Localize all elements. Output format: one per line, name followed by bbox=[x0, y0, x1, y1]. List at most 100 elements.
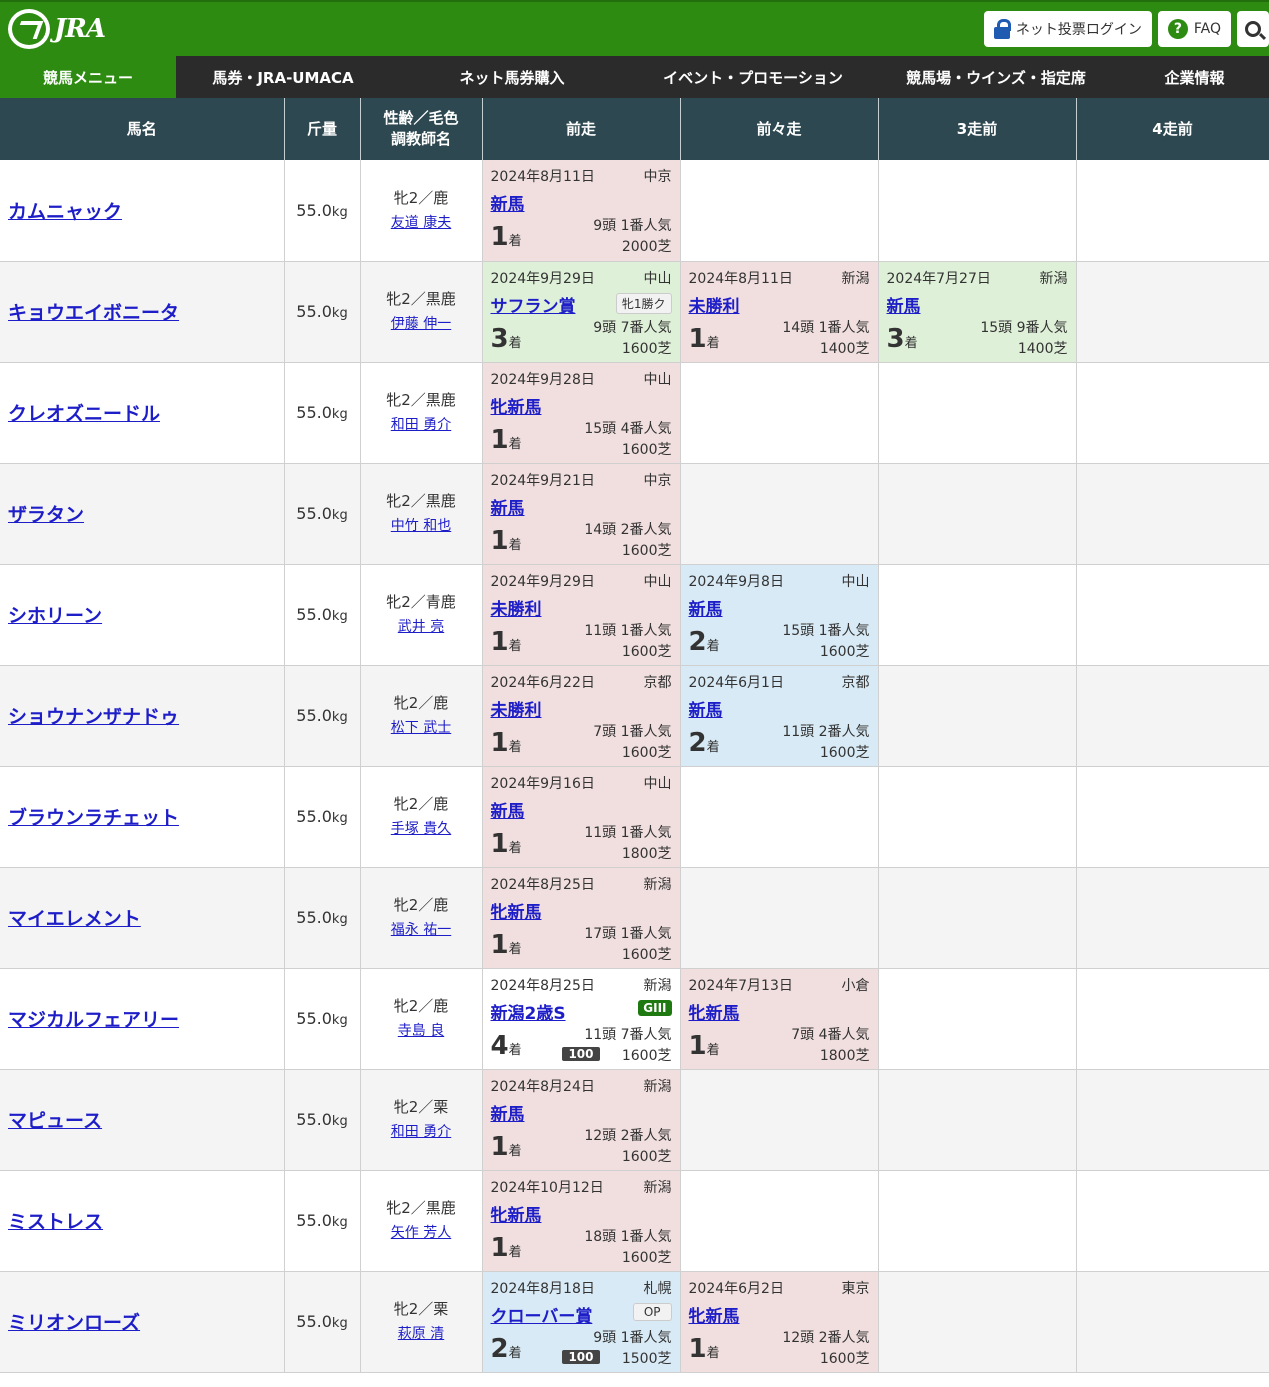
horse-name-link[interactable]: キョウエイボニータ bbox=[0, 302, 179, 324]
race-field-popularity: 11頭 2番人気 bbox=[782, 723, 870, 740]
finish-position: 1着 bbox=[491, 1233, 522, 1263]
horse-name-link[interactable]: クレオズニードル bbox=[0, 403, 160, 425]
race-cell-empty bbox=[1076, 1271, 1269, 1373]
finish-position: 1着 bbox=[491, 425, 522, 455]
login-button[interactable]: ネット投票ログイン bbox=[983, 11, 1152, 47]
race-date: 2024年6月22日 bbox=[490, 674, 595, 691]
trainer-link[interactable]: 友道 康夫 bbox=[391, 215, 451, 231]
question-icon: ? bbox=[1167, 19, 1188, 39]
sex-coat: 牝2／青鹿 bbox=[386, 593, 456, 612]
horse-name-link[interactable]: ミストレス bbox=[0, 1211, 103, 1233]
weight-unit: kg bbox=[331, 1114, 348, 1129]
finish-suffix: 着 bbox=[508, 335, 522, 351]
race-distance: 1400芝 bbox=[1017, 340, 1068, 357]
weight-unit: kg bbox=[331, 710, 348, 725]
horse-logo-icon bbox=[8, 9, 50, 49]
race-date: 2024年6月1日 bbox=[688, 674, 784, 691]
race-name-link[interactable]: 新馬 bbox=[491, 190, 525, 215]
race-field-popularity: 14頭 1番人気 bbox=[782, 319, 870, 336]
race-venue: 新潟 bbox=[1039, 270, 1068, 287]
race-cell: 2024年8月18日 札幌 クローバー賞 OP 9頭 1番人気 1500芝 2着 100 bbox=[482, 1271, 681, 1373]
trainer-link[interactable]: 萩原 清 bbox=[398, 1326, 444, 1342]
lock-icon bbox=[993, 19, 1011, 39]
nav-baken[interactable]: 馬券・JRA-UMACA bbox=[176, 56, 390, 98]
race-name-link[interactable]: 牝新馬 bbox=[491, 393, 542, 418]
race-name-link[interactable]: サフラン賞 bbox=[491, 292, 576, 317]
nav-event[interactable]: イベント・プロモーション bbox=[634, 56, 872, 98]
weight-unit: kg bbox=[331, 407, 348, 422]
race-name-link[interactable]: 未勝利 bbox=[689, 292, 740, 317]
race-name-link[interactable]: 新馬 bbox=[491, 797, 525, 822]
horse-name-link[interactable]: ショウナンザナドゥ bbox=[0, 706, 179, 728]
race-distance: 1600芝 bbox=[621, 744, 672, 761]
finish-position: 1着 bbox=[491, 728, 522, 758]
horse-name-link[interactable]: ブラウンラチェット bbox=[0, 807, 179, 829]
finish-suffix: 着 bbox=[508, 1143, 522, 1159]
horse-name-cell: ミストレス bbox=[0, 1170, 285, 1272]
trainer-link[interactable]: 矢作 芳人 bbox=[391, 1225, 451, 1241]
nav-keiba-menu[interactable]: 競馬メニュー bbox=[0, 56, 176, 98]
race-name-link[interactable]: 新馬 bbox=[887, 292, 921, 317]
race-venue: 中山 bbox=[643, 775, 672, 792]
race-name-link[interactable]: 牝新馬 bbox=[689, 999, 740, 1024]
trainer-link[interactable]: 福永 祐一 bbox=[391, 922, 451, 938]
race-cell-empty bbox=[878, 1271, 1077, 1373]
trainer-link[interactable]: 和田 勇介 bbox=[391, 417, 451, 433]
trainer-link[interactable]: 手塚 貴久 bbox=[391, 821, 451, 837]
race-cell: 2024年9月16日 中山 新馬 11頭 1番人気 1800芝 1着 bbox=[482, 766, 681, 868]
sex-trainer-cell: 牝2／黒鹿 中竹 和也 bbox=[360, 463, 483, 565]
nav-racecourse[interactable]: 競馬場・ウインズ・指定席 bbox=[872, 56, 1120, 98]
finish-position: 1着 bbox=[491, 627, 522, 657]
trainer-link[interactable]: 和田 勇介 bbox=[391, 1124, 451, 1140]
sex-trainer-cell: 牝2／栗 萩原 清 bbox=[360, 1271, 483, 1373]
race-venue: 小倉 bbox=[841, 977, 870, 994]
finish-number: 2 bbox=[490, 1333, 509, 1364]
race-name-link[interactable]: 牝新馬 bbox=[491, 898, 542, 923]
col-header-sex-line2: 調教師名 bbox=[390, 130, 451, 148]
weight-cell: 55.0kg bbox=[284, 1170, 361, 1272]
jra-logo[interactable]: JRA bbox=[8, 9, 106, 49]
race-name-link[interactable]: クローバー賞 bbox=[491, 1302, 593, 1327]
race-cell: 2024年9月8日 中山 新馬 15頭 1番人気 1600芝 2着 bbox=[680, 564, 879, 666]
table-row: キョウエイボニータ 55.0kg 牝2／黒鹿 伊藤 伸一 2024年9月29日 中山 サフラ… bbox=[0, 261, 1269, 363]
race-name-link[interactable]: 新馬 bbox=[689, 595, 723, 620]
entries-table: 馬名 斤量 性齢／毛色 調教師名 前走 前々走 3走前 4走前 カムニャック 55.… bbox=[0, 98, 1269, 1373]
trainer-link[interactable]: 寺島 良 bbox=[398, 1023, 444, 1039]
faq-button[interactable]: ? FAQ bbox=[1157, 11, 1231, 47]
race-name-link[interactable]: 新馬 bbox=[491, 1100, 525, 1125]
sex-trainer-cell: 牝2／栗 和田 勇介 bbox=[360, 1069, 483, 1171]
race-name-link[interactable]: 新潟2歳S bbox=[491, 999, 566, 1024]
race-name-link[interactable]: 未勝利 bbox=[491, 696, 542, 721]
race-name-link[interactable]: 未勝利 bbox=[491, 595, 542, 620]
race-field-popularity: 11頭 7番人気 bbox=[584, 1026, 672, 1043]
horse-name-link[interactable]: ザラタン bbox=[0, 504, 84, 526]
nav-net-baken[interactable]: ネット馬券購入 bbox=[390, 56, 634, 98]
table-row: カムニャック 55.0kg 牝2／鹿 友道 康夫 2024年8月11日 中京 新馬 9頭 1番… bbox=[0, 160, 1269, 262]
horse-name-link[interactable]: マピュース bbox=[0, 1110, 102, 1132]
horse-name-link[interactable]: ミリオンローズ bbox=[0, 1312, 140, 1334]
horse-name-link[interactable]: マイエレメント bbox=[0, 908, 141, 930]
finish-position: 2着 bbox=[689, 728, 720, 758]
nav-corporate[interactable]: 企業情報 bbox=[1120, 56, 1269, 98]
col-header-name: 馬名 bbox=[0, 98, 285, 160]
horse-name-link[interactable]: マジカルフェアリー bbox=[0, 1009, 179, 1031]
race-date: 2024年9月16日 bbox=[490, 775, 595, 792]
sex-trainer-cell: 牝2／鹿 手塚 貴久 bbox=[360, 766, 483, 868]
trainer-link[interactable]: 松下 武士 bbox=[391, 720, 451, 736]
search-button[interactable] bbox=[1237, 11, 1269, 47]
col-header-sex: 性齢／毛色 調教師名 bbox=[360, 98, 483, 160]
race-distance: 1600芝 bbox=[621, 340, 672, 357]
race-name-link[interactable]: 新馬 bbox=[689, 696, 723, 721]
race-name-link[interactable]: 牝新馬 bbox=[689, 1302, 740, 1327]
race-name-link[interactable]: 牝新馬 bbox=[491, 1201, 542, 1226]
sex-trainer-cell: 牝2／鹿 寺島 良 bbox=[360, 968, 483, 1070]
trainer-link[interactable]: 伊藤 伸一 bbox=[391, 316, 451, 332]
race-name-link[interactable]: 新馬 bbox=[491, 494, 525, 519]
race-cell-empty bbox=[878, 867, 1077, 969]
horse-name-link[interactable]: シホリーン bbox=[0, 605, 102, 627]
horse-name-link[interactable]: カムニャック bbox=[0, 201, 122, 223]
weight-unit: kg bbox=[331, 306, 348, 321]
trainer-link[interactable]: 武井 亮 bbox=[398, 619, 444, 635]
trainer-link[interactable]: 中竹 和也 bbox=[391, 518, 451, 534]
race-cell-empty bbox=[1076, 564, 1269, 666]
